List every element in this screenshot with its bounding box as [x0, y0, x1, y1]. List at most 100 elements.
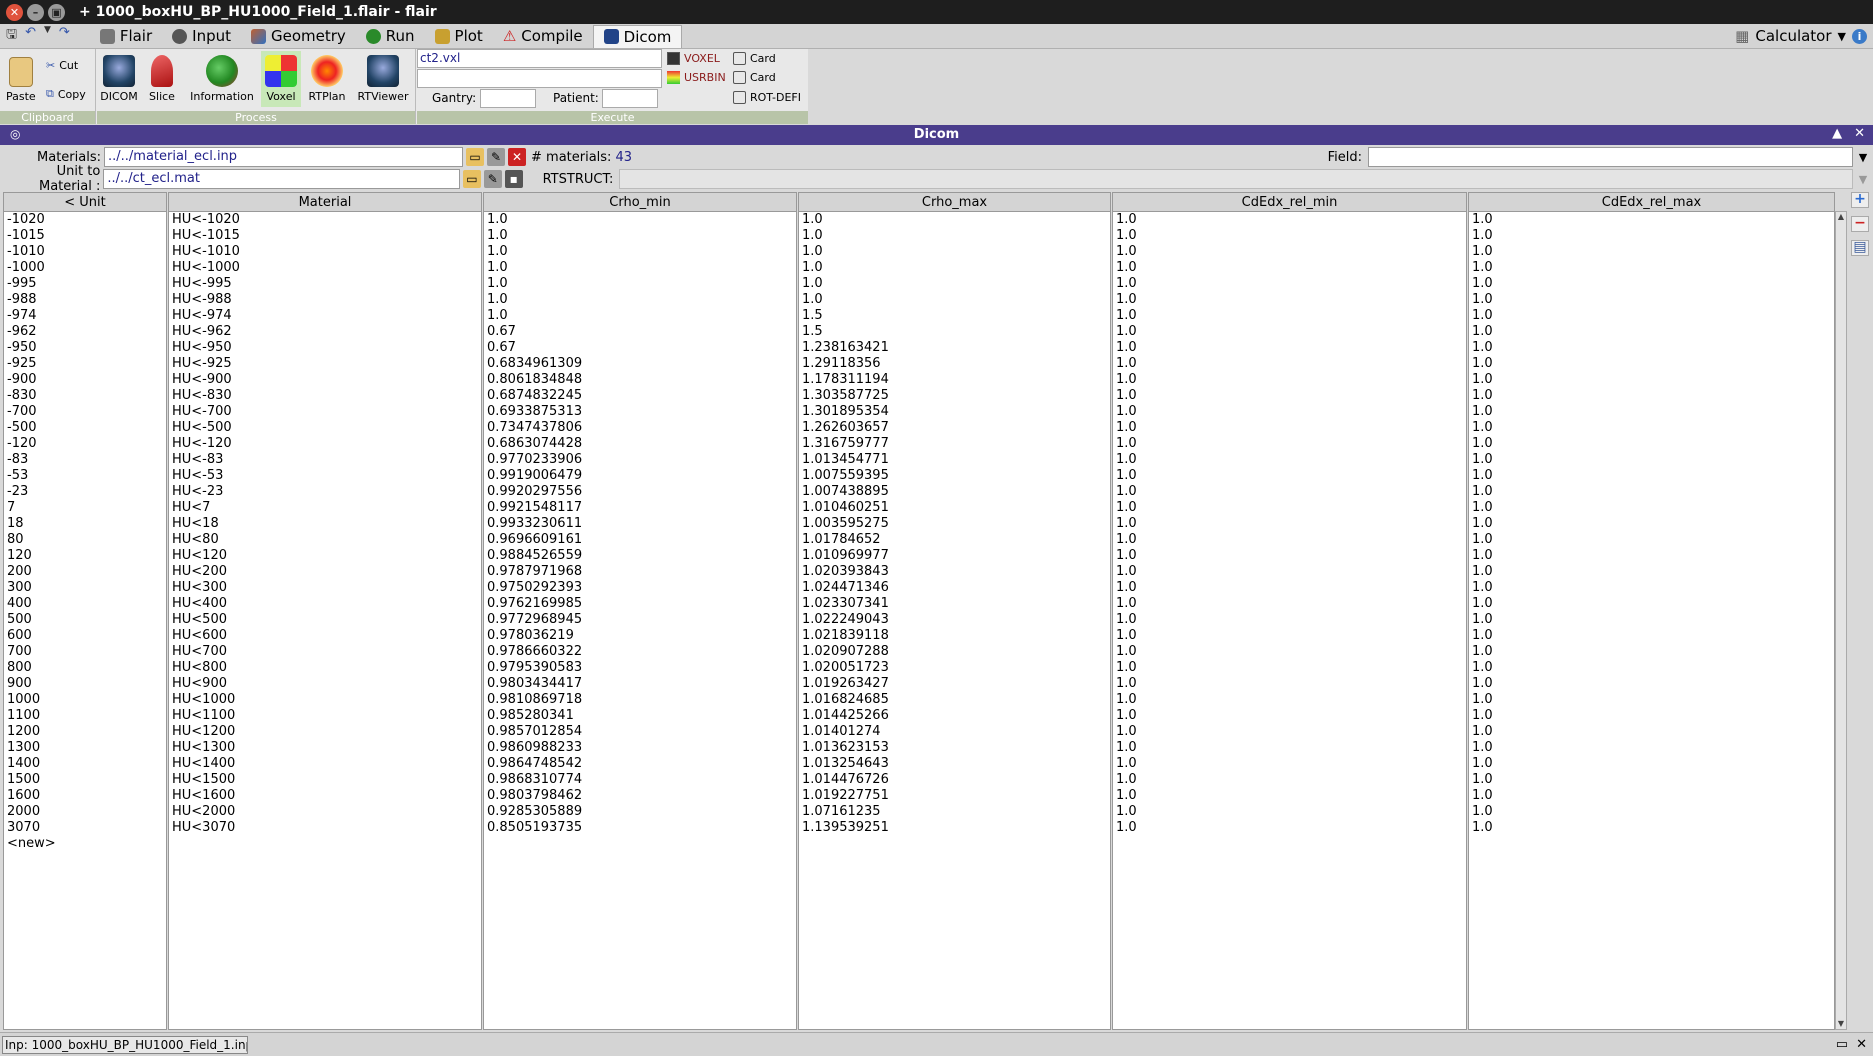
- table-cell[interactable]: 1.0: [1113, 436, 1466, 452]
- cut-button[interactable]: ✂ Cut: [46, 59, 78, 72]
- table-cell[interactable]: -23: [4, 484, 166, 500]
- table-cell[interactable]: 1.0: [1113, 772, 1466, 788]
- table-cell[interactable]: 1.0: [1469, 772, 1834, 788]
- table-cell[interactable]: 400: [4, 596, 166, 612]
- table-cell[interactable]: 1.013254643: [799, 756, 1110, 772]
- materials-input[interactable]: ../../material_ecl.inp: [104, 147, 463, 167]
- clear-icon[interactable]: ✕: [508, 148, 526, 166]
- table-cell[interactable]: 1.29118356: [799, 356, 1110, 372]
- table-cell[interactable]: 1.0: [1113, 676, 1466, 692]
- table-cell[interactable]: 0.67: [484, 324, 796, 340]
- table-cell[interactable]: 1.0: [799, 292, 1110, 308]
- table-cell[interactable]: 0.67: [484, 340, 796, 356]
- table-cell[interactable]: 1.01784652: [799, 532, 1110, 548]
- table-cell[interactable]: 0.9920297556: [484, 484, 796, 500]
- table-cell[interactable]: 1.0: [1113, 452, 1466, 468]
- table-cell[interactable]: HU<-925: [169, 356, 481, 372]
- tab-flair[interactable]: Flair: [90, 25, 162, 48]
- table-cell[interactable]: 1.0: [1113, 260, 1466, 276]
- table-cell[interactable]: HU<700: [169, 644, 481, 660]
- table-cell[interactable]: 1.0: [1469, 356, 1834, 372]
- table-cell[interactable]: HU<900: [169, 676, 481, 692]
- table-cell[interactable]: 1.0: [1113, 308, 1466, 324]
- secondary-input[interactable]: [417, 69, 662, 88]
- table-cell[interactable]: -1000: [4, 260, 166, 276]
- table-cell[interactable]: 1.020907288: [799, 644, 1110, 660]
- table-cell[interactable]: 1.0: [1469, 436, 1834, 452]
- rtstruct-select[interactable]: [619, 169, 1854, 189]
- table-cell[interactable]: 0.9921548117: [484, 500, 796, 516]
- crho-min-column[interactable]: Crho_min 1.0 1.0 1.0 1.0 1.0 1.0 1.0 0.67 0.67 0.6…: [483, 192, 797, 1030]
- rtplan-button[interactable]: RTPlan: [307, 55, 347, 103]
- table-cell[interactable]: -830: [4, 388, 166, 404]
- minimize-window-button[interactable]: –: [27, 3, 44, 21]
- table-cell[interactable]: 1.0: [1469, 580, 1834, 596]
- table-cell[interactable]: 1.0: [1469, 276, 1834, 292]
- table-cell[interactable]: 1600: [4, 788, 166, 804]
- table-cell[interactable]: 1.024471346: [799, 580, 1110, 596]
- table-cell[interactable]: 1.0: [1113, 468, 1466, 484]
- scroll-down-icon[interactable]: ▼: [1836, 1019, 1846, 1029]
- table-cell[interactable]: 0.9772968945: [484, 612, 796, 628]
- table-cell[interactable]: 1.0: [1113, 580, 1466, 596]
- table-cell[interactable]: 1.0: [1469, 660, 1834, 676]
- card-button-2[interactable]: Card: [733, 71, 776, 84]
- table-cell[interactable]: 1.022249043: [799, 612, 1110, 628]
- table-cell[interactable]: 1.0: [1113, 564, 1466, 580]
- table-cell[interactable]: -995: [4, 276, 166, 292]
- table-cell[interactable]: -1010: [4, 244, 166, 260]
- table-cell[interactable]: 1.262603657: [799, 420, 1110, 436]
- table-cell[interactable]: 1.019227751: [799, 788, 1110, 804]
- table-cell[interactable]: HU<-700: [169, 404, 481, 420]
- table-cell[interactable]: 1.0: [1469, 228, 1834, 244]
- maximize-window-button[interactable]: ▣: [48, 3, 65, 21]
- table-cell[interactable]: 1.0: [1469, 804, 1834, 820]
- table-cell[interactable]: 1.0: [799, 276, 1110, 292]
- field-select[interactable]: [1368, 147, 1853, 167]
- table-cell[interactable]: 1.0: [1113, 212, 1466, 228]
- table-cell[interactable]: HU<2000: [169, 804, 481, 820]
- table-cell[interactable]: 1.0: [1469, 788, 1834, 804]
- table-cell[interactable]: 1400: [4, 756, 166, 772]
- table-cell[interactable]: 1.0: [799, 228, 1110, 244]
- undo-icon[interactable]: ↶: [25, 25, 36, 47]
- table-cell[interactable]: 1.5: [799, 324, 1110, 340]
- add-row-icon[interactable]: +: [1851, 192, 1869, 208]
- gantry-input[interactable]: [480, 89, 536, 108]
- table-cell[interactable]: 1.007559395: [799, 468, 1110, 484]
- table-cell[interactable]: [169, 836, 481, 852]
- table-cell[interactable]: 1.014425266: [799, 708, 1110, 724]
- table-cell[interactable]: HU<18: [169, 516, 481, 532]
- table-cell[interactable]: 1.023307341: [799, 596, 1110, 612]
- table-cell[interactable]: 0.9803434417: [484, 676, 796, 692]
- table-cell[interactable]: HU<-83: [169, 452, 481, 468]
- save-icon[interactable]: 🖫: [6, 25, 17, 47]
- cdedx-rel-min-column[interactable]: CdEdx_rel_min 1.0 1.0 1.0 1.0 1.0 1.0 1.0 1.0 1.0…: [1112, 192, 1467, 1030]
- table-cell[interactable]: HU<-120: [169, 436, 481, 452]
- table-cell[interactable]: 1.0: [1113, 644, 1466, 660]
- tab-plot[interactable]: Plot: [425, 25, 493, 48]
- table-cell[interactable]: 1.0: [1113, 372, 1466, 388]
- table-cell[interactable]: HU<-988: [169, 292, 481, 308]
- table-cell[interactable]: 1.0: [1469, 244, 1834, 260]
- close-window-button[interactable]: ✕: [6, 3, 23, 21]
- table-cell[interactable]: HU<-830: [169, 388, 481, 404]
- rot-defi-button[interactable]: ROT-DEFI: [733, 91, 801, 104]
- table-cell[interactable]: 700: [4, 644, 166, 660]
- table-cell[interactable]: -83: [4, 452, 166, 468]
- table-cell[interactable]: 1.0: [1113, 484, 1466, 500]
- table-cell[interactable]: -988: [4, 292, 166, 308]
- table-cell[interactable]: HU<-1020: [169, 212, 481, 228]
- table-cell[interactable]: 120: [4, 548, 166, 564]
- table-cell[interactable]: HU<-53: [169, 468, 481, 484]
- table-cell[interactable]: 1.0: [1113, 820, 1466, 836]
- table-cell[interactable]: HU<1100: [169, 708, 481, 724]
- table-cell[interactable]: 1.0: [484, 244, 796, 260]
- table-cell[interactable]: 300: [4, 580, 166, 596]
- table-cell[interactable]: 1.0: [1469, 292, 1834, 308]
- table-cell[interactable]: 200: [4, 564, 166, 580]
- tab-geometry[interactable]: Geometry: [241, 25, 356, 48]
- table-cell[interactable]: <new>: [4, 836, 166, 852]
- table-cell[interactable]: 1.0: [1469, 628, 1834, 644]
- table-cell[interactable]: 1.0: [1469, 324, 1834, 340]
